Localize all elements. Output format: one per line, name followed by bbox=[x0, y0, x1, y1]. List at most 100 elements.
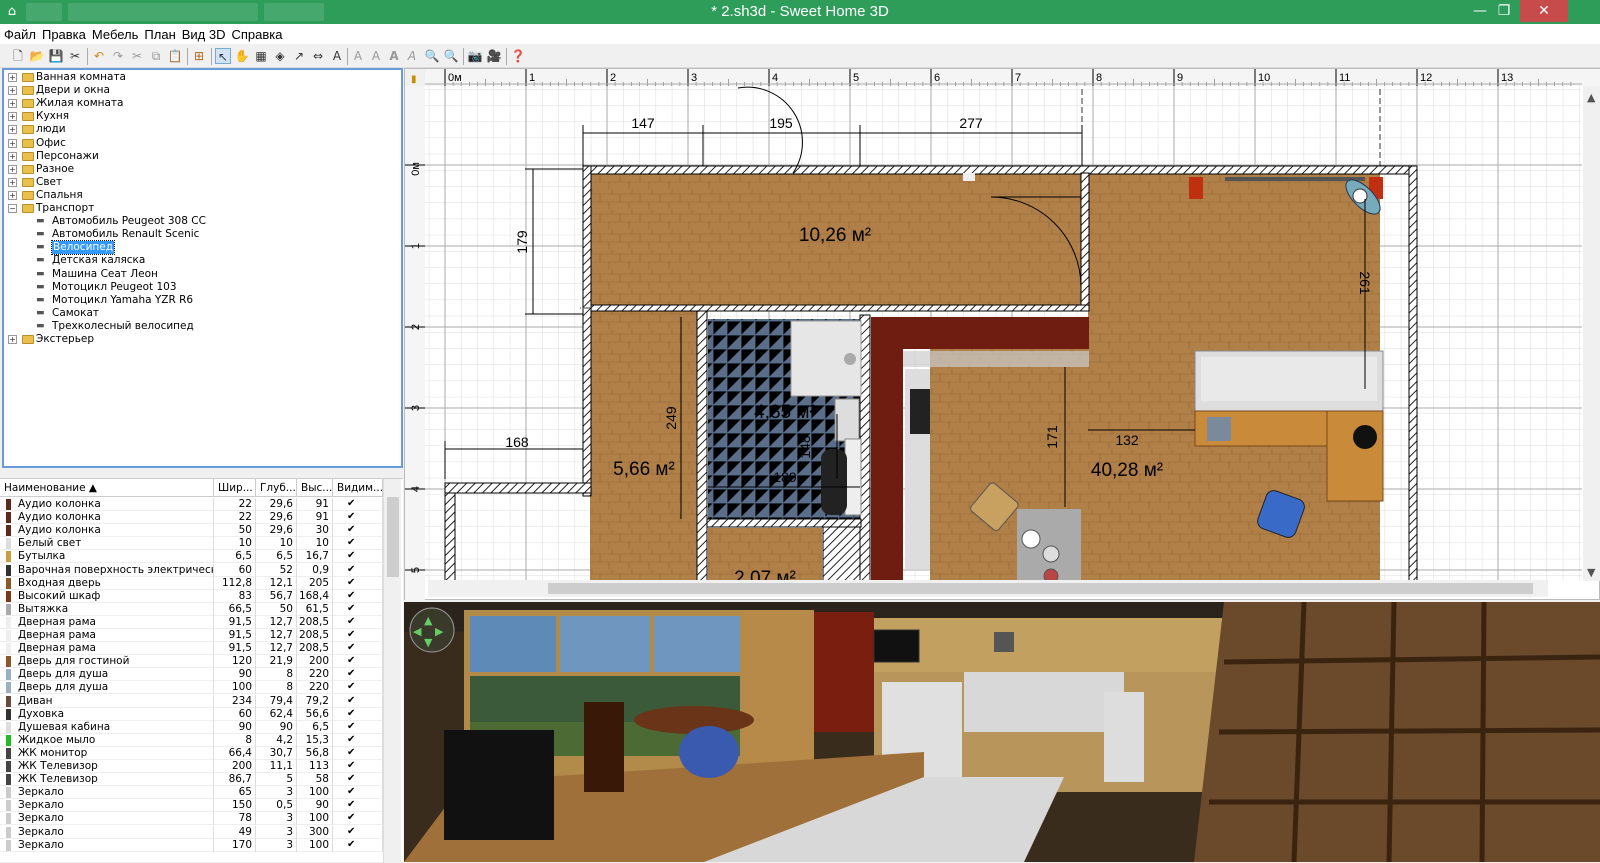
paste-icon[interactable]: 📋 bbox=[167, 48, 183, 64]
bold-text-icon[interactable]: A bbox=[386, 48, 402, 64]
visible-checkbox[interactable]: ✔ bbox=[347, 499, 357, 509]
catalog-category[interactable]: + Разное bbox=[4, 163, 399, 176]
furniture-row[interactable]: Духовка 60 62,4 56,6 ✔ bbox=[0, 707, 383, 721]
3d-scene[interactable]: ▲ ▼ ◀ ▶ bbox=[404, 602, 1600, 862]
col-height-header[interactable]: Выс... bbox=[297, 479, 333, 497]
col-visible-header[interactable]: Видим... bbox=[333, 479, 383, 497]
furniture-list-scrollbar[interactable] bbox=[383, 479, 401, 863]
visible-checkbox[interactable]: ✔ bbox=[347, 734, 357, 745]
create-dimensions-icon[interactable]: ⇔ bbox=[310, 48, 326, 64]
furniture-row[interactable]: Вытяжка 66,5 50 61,5 ✔ bbox=[0, 602, 383, 616]
furniture-list[interactable]: Наименование ▲ Шир... Глуб... Выс... Вид… bbox=[0, 478, 403, 863]
cut2-icon[interactable]: ✂ bbox=[129, 48, 145, 64]
plan-vscrollbar[interactable] bbox=[1583, 86, 1600, 581]
expand-icon[interactable]: + bbox=[8, 125, 17, 135]
plan-canvas[interactable]: ▮ 0м 1 2 3 4 5 6 7 8 9 10 11 12 13 0м12345 bbox=[405, 69, 1600, 601]
menu-edit[interactable]: Правка bbox=[38, 24, 88, 42]
create-walls-icon[interactable]: ▦ bbox=[253, 48, 269, 64]
furniture-row[interactable]: ЖК Телевизор 200 11,1 113 ✔ bbox=[0, 760, 383, 773]
furniture-row[interactable]: Аудио колонка 22 29,6 91 ✔ bbox=[0, 511, 383, 525]
col-depth-header[interactable]: Глуб... bbox=[256, 479, 297, 497]
catalog-category[interactable]: + Свет bbox=[4, 176, 399, 189]
catalog-category[interactable]: + Экстерьер bbox=[4, 333, 399, 346]
3d-view[interactable]: ▲ ▼ ◀ ▶ bbox=[404, 602, 1600, 862]
furniture-row[interactable]: Белый свет 10 10 10 ✔ bbox=[0, 537, 383, 551]
pane-splitter[interactable] bbox=[0, 468, 403, 478]
visible-checkbox[interactable]: ✔ bbox=[347, 643, 357, 653]
zoom-in-icon[interactable]: 🔍 bbox=[424, 48, 440, 64]
furniture-row[interactable]: ЖК Телевизор 86,7 5 58 ✔ bbox=[0, 773, 383, 787]
catalog-category[interactable]: + Кухня bbox=[4, 110, 399, 123]
furniture-row[interactable]: Зеркало 65 3 100 ✔ bbox=[0, 786, 383, 800]
furniture-row[interactable]: Дверь для гостиной 120 21,9 200 ✔ bbox=[0, 655, 383, 669]
help-icon[interactable]: ❓ bbox=[510, 48, 526, 64]
visible-checkbox[interactable]: ✔ bbox=[347, 525, 357, 535]
furniture-row[interactable]: Дверная рама 91,5 12,7 208,5 ✔ bbox=[0, 615, 383, 629]
col-name-header[interactable]: Наименование ▲ bbox=[0, 479, 214, 497]
scroll-down-icon[interactable]: ▼ bbox=[1587, 566, 1596, 579]
catalog-item[interactable]: ▬ Автомобиль Peugeot 308 CC bbox=[4, 215, 399, 228]
visible-checkbox[interactable]: ✔ bbox=[347, 761, 357, 771]
visible-checkbox[interactable]: ✔ bbox=[347, 813, 357, 823]
expand-icon[interactable]: + bbox=[8, 177, 17, 187]
visible-checkbox[interactable]: ✔ bbox=[347, 603, 357, 614]
create-polylines-icon[interactable]: ↗ bbox=[291, 48, 307, 64]
expand-icon[interactable]: + bbox=[8, 151, 17, 161]
close-icon[interactable]: ✕ bbox=[1520, 0, 1568, 22]
create-photo-icon[interactable]: 📷 bbox=[467, 48, 483, 64]
redo-icon[interactable]: ↷ bbox=[110, 48, 126, 64]
furniture-row[interactable]: Варочная поверхность электрическая 60 52 0,… bbox=[0, 563, 383, 577]
plan-hscrollbar[interactable] bbox=[428, 580, 1548, 597]
catalog-item[interactable]: ▬ Самокат bbox=[4, 307, 399, 320]
create-labels-icon[interactable]: A bbox=[329, 48, 345, 64]
catalog-category[interactable]: + Жилая комната bbox=[4, 97, 399, 110]
catalog-category[interactable]: + Ванная комната bbox=[4, 71, 399, 84]
catalog-item[interactable]: ▬ Велосипед bbox=[4, 240, 399, 256]
visible-checkbox[interactable]: ✔ bbox=[347, 826, 357, 837]
visible-checkbox[interactable]: ✔ bbox=[347, 551, 357, 561]
expand-icon[interactable]: + bbox=[8, 335, 17, 344]
visible-checkbox[interactable]: ✔ bbox=[347, 616, 357, 627]
expand-icon[interactable]: + bbox=[8, 164, 17, 174]
catalog-category[interactable]: + люди bbox=[4, 123, 399, 136]
visible-checkbox[interactable]: ✔ bbox=[347, 577, 357, 588]
furniture-row[interactable]: Входная дверь 112,8 12,1 205 ✔ bbox=[0, 576, 383, 590]
catalog-category[interactable]: − Транспорт bbox=[4, 202, 399, 215]
visible-checkbox[interactable]: ✔ bbox=[347, 656, 357, 666]
copy-icon[interactable]: ⧉ bbox=[148, 48, 164, 64]
catalog-category[interactable]: + Офис bbox=[4, 137, 399, 150]
italic-text-icon[interactable]: A bbox=[404, 48, 420, 64]
visible-checkbox[interactable]: ✔ bbox=[347, 538, 357, 548]
catalog-item[interactable]: ▬ Машина Сеат Леон bbox=[4, 268, 399, 281]
save-icon[interactable]: 💾 bbox=[48, 48, 64, 64]
new-icon[interactable]: 🗋 bbox=[10, 48, 26, 64]
furniture-row[interactable]: Душевая кабина 90 90 6,5 ✔ bbox=[0, 720, 383, 734]
scroll-thumb[interactable] bbox=[548, 583, 1533, 594]
expand-icon[interactable]: + bbox=[8, 73, 17, 82]
visible-checkbox[interactable]: ✔ bbox=[347, 682, 357, 692]
zoom-out-icon[interactable]: 🔍 bbox=[443, 48, 459, 64]
catalog-item[interactable]: ▬ Мотоцикл Yamaha YZR R6 bbox=[4, 294, 399, 307]
furniture-row[interactable]: Дверь для душа 100 8 220 ✔ bbox=[0, 681, 383, 695]
furniture-row[interactable]: Дверная рама 91,5 12,7 208,5 ✔ bbox=[0, 642, 383, 656]
visible-checkbox[interactable]: ✔ bbox=[347, 564, 357, 575]
furniture-row[interactable]: Дверная рама 91,5 12,7 208,5 ✔ bbox=[0, 629, 383, 642]
catalog-category[interactable]: + Персонажи bbox=[4, 150, 399, 163]
visible-checkbox[interactable]: ✔ bbox=[347, 747, 357, 758]
catalog-item[interactable]: ▬ Автомобиль Renault Scenic bbox=[4, 228, 399, 241]
scroll-up-icon[interactable]: ▲ bbox=[1587, 91, 1596, 104]
catalog-item[interactable]: ▬ Мотоцикл Peugeot 103 bbox=[4, 281, 399, 294]
create-rooms-icon[interactable]: ◈ bbox=[272, 48, 288, 64]
collapse-icon[interactable]: − bbox=[8, 204, 17, 213]
visible-checkbox[interactable]: ✔ bbox=[347, 800, 357, 810]
menu-3dview[interactable]: Вид 3D bbox=[178, 24, 228, 42]
plan-view[interactable]: ▮ 0м 1 2 3 4 5 6 7 8 9 10 11 12 13 0м 1 2 3 4 5 bbox=[404, 68, 1600, 601]
scroll-thumb[interactable] bbox=[387, 497, 399, 577]
menu-plan[interactable]: План bbox=[140, 24, 177, 42]
menu-help[interactable]: Справка bbox=[228, 24, 285, 42]
decrease-text-icon[interactable]: A bbox=[368, 48, 384, 64]
visible-checkbox[interactable]: ✔ bbox=[347, 669, 357, 679]
catalog-category[interactable]: + Спальня bbox=[4, 189, 399, 202]
pan-icon[interactable]: ✋ bbox=[234, 48, 250, 64]
open-icon[interactable]: 📂 bbox=[29, 48, 45, 64]
